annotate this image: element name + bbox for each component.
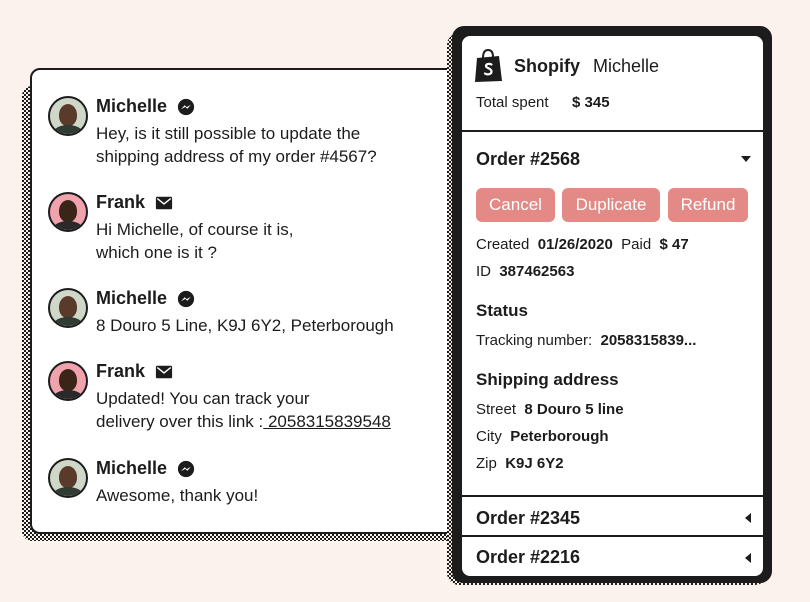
- caret-down-icon[interactable]: [741, 156, 751, 162]
- created-label: Created: [476, 236, 530, 253]
- zip-row: Zip K9J 6Y2: [476, 455, 564, 472]
- caret-left-icon[interactable]: [745, 513, 751, 523]
- avatar: [48, 361, 88, 401]
- messenger-icon: [177, 460, 195, 477]
- zip-value: K9J 6Y2: [505, 455, 564, 472]
- created-paid-row: Created 01/26/2020 Paid $ 47: [476, 236, 689, 253]
- message-text: 8 Douro 5 Line, K9J 6Y2, Peterborough: [96, 316, 394, 335]
- mail-icon: [155, 196, 173, 209]
- avatar: [48, 192, 88, 232]
- sender-name: Michelle: [96, 96, 168, 116]
- customer-header: Shopify Michelle Total spent $ 345: [462, 36, 763, 132]
- customer-name: Michelle: [593, 56, 660, 76]
- shopify-brand: Shopify: [514, 56, 580, 76]
- shopify-panel: Shopify Michelle Total spent $ 345 Order…: [462, 36, 763, 576]
- refund-button[interactable]: Refund: [668, 188, 748, 222]
- status-title: Status: [476, 301, 528, 320]
- chat-panel: Michelle Hey, is it still possible to up…: [30, 68, 470, 534]
- tracking-label: Tracking number:: [476, 332, 593, 349]
- city-label: City: [476, 428, 502, 445]
- tracking-value: 2058315839...: [600, 332, 697, 349]
- avatar: [48, 458, 88, 498]
- message-text: Hi Michelle, of course it is, which one …: [96, 220, 294, 262]
- sender-name: Frank: [96, 192, 146, 212]
- duplicate-button[interactable]: Duplicate: [562, 188, 660, 222]
- tracking-row: Tracking number: 2058315839...: [476, 332, 696, 349]
- created-value: 01/26/2020: [537, 236, 613, 253]
- order-title[interactable]: Order #2568: [476, 149, 580, 170]
- avatar: [48, 288, 88, 328]
- shopify-bag-icon: [475, 49, 502, 82]
- zip-label: Zip: [476, 455, 497, 472]
- order-collapsed[interactable]: Order #2345: [462, 499, 763, 537]
- sender-name: Michelle: [96, 288, 168, 308]
- order-collapsed[interactable]: Order #2216: [462, 539, 763, 576]
- message-text: Updated! You can track your delivery ove…: [96, 387, 456, 433]
- order-title[interactable]: Order #2345: [476, 508, 580, 529]
- street-label: Street: [476, 401, 517, 418]
- message-text: Awesome, thank you!: [96, 486, 259, 505]
- shipping-address-title: Shipping address: [476, 370, 619, 389]
- caret-left-icon[interactable]: [745, 553, 751, 563]
- city-row: City Peterborough: [476, 428, 609, 445]
- city-value: Peterborough: [510, 428, 609, 445]
- avatar: [48, 96, 88, 136]
- mail-icon: [155, 365, 173, 378]
- messenger-icon: [177, 98, 195, 115]
- messenger-icon: [177, 290, 195, 307]
- sender-name: Michelle: [96, 458, 168, 478]
- paid-label: Paid: [621, 236, 652, 253]
- order-title[interactable]: Order #2216: [476, 547, 580, 568]
- tracking-link[interactable]: 2058315839548: [263, 412, 391, 431]
- cancel-button[interactable]: Cancel: [476, 188, 555, 222]
- id-label: ID: [476, 263, 491, 280]
- street-value: 8 Douro 5 line: [524, 401, 624, 418]
- paid-value: $ 47: [659, 236, 689, 253]
- total-spent-value: $ 345: [572, 94, 610, 111]
- message-text: Hey, is it still possible to update the …: [96, 124, 377, 166]
- street-row: Street 8 Douro 5 line: [476, 401, 624, 418]
- id-value: 387462563: [499, 263, 575, 280]
- id-row: ID 387462563: [476, 263, 574, 280]
- total-spent-label: Total spent: [476, 94, 549, 111]
- order-expanded: Order #2568 Cancel Duplicate Refund Crea…: [462, 133, 763, 497]
- sender-name: Frank: [96, 361, 146, 381]
